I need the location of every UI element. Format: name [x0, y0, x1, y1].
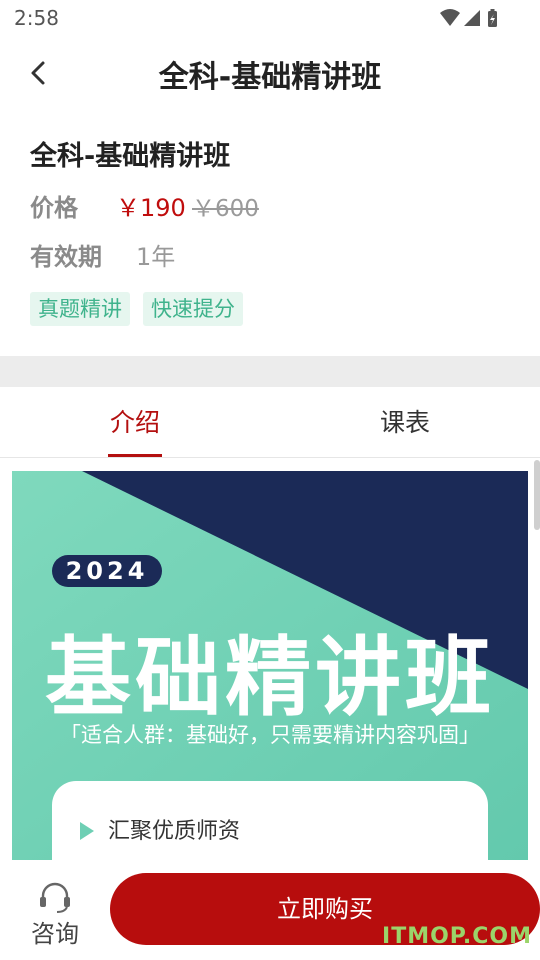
tag-real-exam: 真题精讲: [30, 292, 130, 326]
course-info: 全科-基础精讲班 价格 ￥190 ￥600 有效期 1年 真题精讲 快速提分: [0, 106, 540, 356]
feature-item: 汇聚优质师资: [80, 813, 240, 845]
course-banner: 2024 基础精讲班 「适合人群：基础好，只需要精讲内容巩固」 汇聚优质师资: [12, 471, 528, 860]
tab-bar: 介绍 课表: [0, 387, 540, 458]
section-divider: [0, 356, 540, 387]
status-time: 2:58: [14, 6, 59, 30]
signal-icon: [464, 10, 480, 26]
status-icons: [440, 9, 497, 27]
original-price: ￥600: [192, 196, 259, 222]
tab-schedule[interactable]: 课表: [270, 387, 540, 457]
page-title: 全科-基础精讲班: [158, 60, 382, 95]
tag-quick-boost: 快速提分: [143, 292, 243, 326]
consult-button[interactable]: 咨询: [22, 876, 88, 948]
price-label: 价格: [30, 194, 78, 222]
year-badge: 2024: [52, 555, 162, 587]
scrollbar[interactable]: [534, 460, 540, 530]
price: ￥190: [116, 194, 186, 222]
play-triangle-icon: [80, 822, 94, 840]
consult-label: 咨询: [31, 920, 79, 948]
top-bar: 全科-基础精讲班: [0, 38, 540, 106]
banner-title: 基础精讲班: [45, 628, 495, 728]
status-bar: 2:58: [0, 0, 540, 38]
headset-icon: [40, 882, 70, 913]
tab-intro[interactable]: 介绍: [0, 387, 270, 457]
feature-card: 汇聚优质师资: [52, 781, 488, 860]
banner-subtitle: 「适合人群：基础好，只需要精讲内容巩固」: [60, 723, 480, 747]
validity-value: 1年: [136, 243, 176, 271]
wifi-icon: [440, 9, 460, 26]
course-name: 全科-基础精讲班: [30, 141, 231, 172]
active-tab-indicator: [108, 454, 162, 457]
watermark-logo: ITMOP.COM: [382, 924, 532, 949]
validity-label: 有效期: [30, 243, 102, 271]
